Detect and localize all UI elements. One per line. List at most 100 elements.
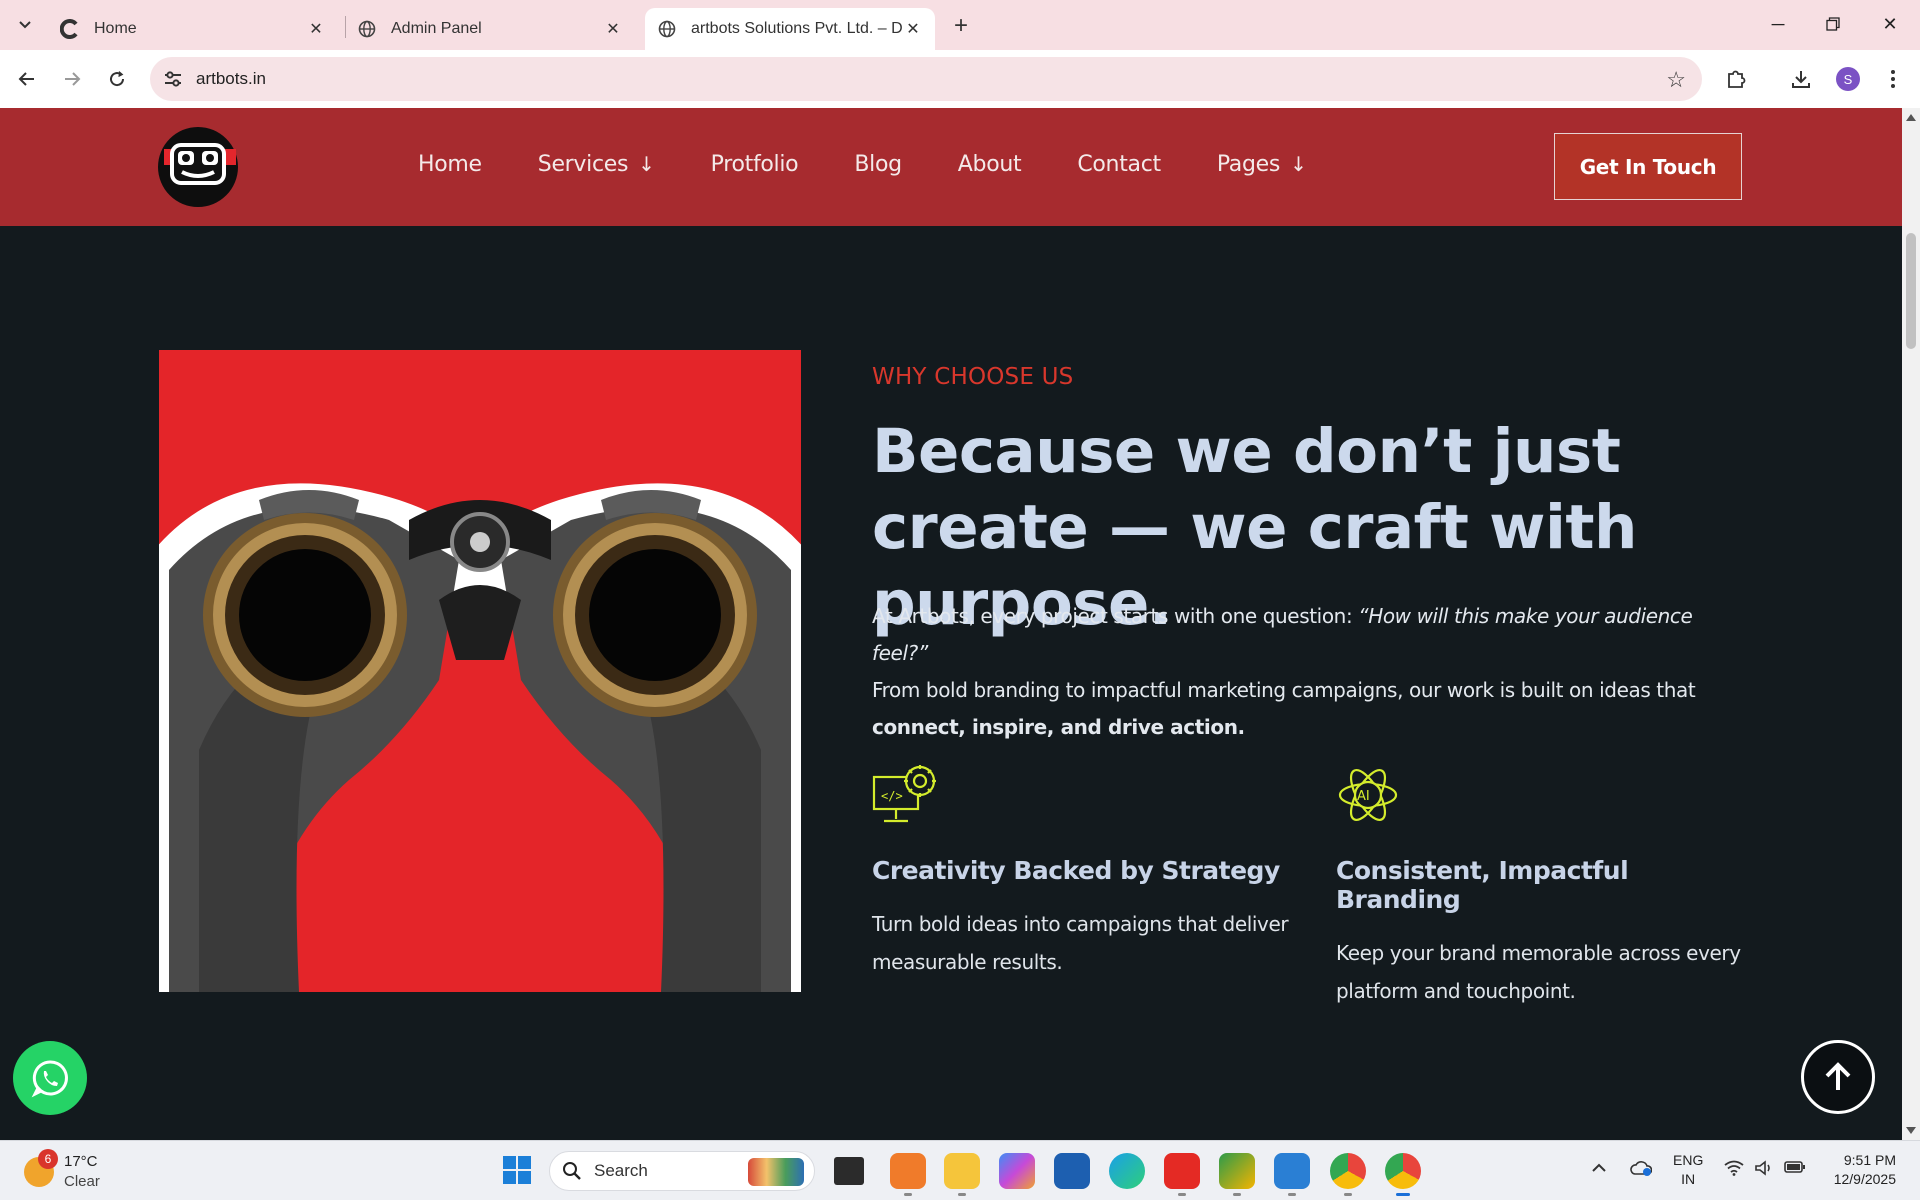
- url-text: artbots.in: [196, 69, 266, 88]
- chevron-up-icon[interactable]: [1591, 1160, 1607, 1178]
- nav-label: About: [957, 151, 1022, 177]
- scroll-down-arrow-icon[interactable]: [1906, 1127, 1916, 1134]
- restore-icon: [1826, 17, 1840, 31]
- tab-title: Admin Panel: [391, 20, 482, 37]
- page-scrollbar[interactable]: [1902, 108, 1920, 1140]
- browser-tab-bar: Home ✕ Admin Panel ✕ artbots Solutions P…: [0, 0, 1920, 50]
- feature-text: Keep your brand memorable across every p…: [1336, 941, 1741, 1003]
- nav-label: Protfolio: [710, 151, 799, 177]
- arrow-up-icon: [1825, 1062, 1851, 1090]
- weather-condition: Clear: [64, 1173, 100, 1190]
- weather-temperature: 17°C: [64, 1153, 98, 1170]
- language-indicator[interactable]: ENG IN: [1673, 1151, 1703, 1189]
- whatsapp-chat-button[interactable]: [13, 1041, 87, 1115]
- c-logo-icon: [60, 19, 80, 39]
- scrollbar-thumb[interactable]: [1906, 233, 1916, 349]
- site-settings-icon[interactable]: [158, 70, 188, 88]
- extensions-button[interactable]: [1721, 64, 1751, 94]
- reload-icon: [110, 71, 125, 87]
- new-tab-button[interactable]: +: [945, 10, 977, 42]
- close-icon[interactable]: ✕: [306, 19, 326, 39]
- arrow-left-icon: [18, 72, 34, 86]
- close-icon[interactable]: ✕: [603, 19, 623, 39]
- browser-tab-home[interactable]: Home ✕: [48, 8, 338, 50]
- wifi-icon[interactable]: [1724, 1160, 1744, 1181]
- pinned-app-icon[interactable]: [1219, 1153, 1255, 1189]
- binoculars-image: [159, 350, 801, 992]
- feature-title: Creativity Backed by Strategy: [872, 856, 1280, 885]
- xampp-app-icon[interactable]: [890, 1153, 926, 1189]
- clock-date: 12/9/2025: [1833, 1171, 1896, 1187]
- nav-services[interactable]: Services ↓: [538, 144, 655, 184]
- language-code: ENG: [1673, 1152, 1704, 1168]
- restore-button[interactable]: [1811, 8, 1855, 40]
- address-bar[interactable]: artbots.in ☆: [150, 57, 1702, 101]
- profile-avatar[interactable]: S: [1836, 67, 1860, 91]
- windows-logo-icon: [503, 1156, 531, 1184]
- intro-text: At Artbots, every project starts with on…: [872, 604, 1359, 628]
- nav-blog[interactable]: Blog: [854, 144, 902, 184]
- arrow-down-icon: ↓: [1290, 152, 1307, 176]
- battery-icon[interactable]: [1784, 1160, 1806, 1179]
- downloads-button[interactable]: [1786, 64, 1816, 94]
- arrow-down-icon: ↓: [638, 152, 655, 176]
- nav-about[interactable]: About: [958, 144, 1022, 184]
- binoculars-illustration: [159, 350, 801, 992]
- close-icon[interactable]: ✕: [903, 19, 923, 39]
- scroll-up-arrow-icon[interactable]: [1906, 114, 1916, 121]
- forward-button[interactable]: [55, 62, 89, 96]
- running-indicator: [1344, 1193, 1352, 1196]
- running-indicator: [904, 1193, 912, 1196]
- artbots-logo[interactable]: [158, 127, 238, 207]
- task-view-icon[interactable]: [834, 1157, 864, 1185]
- running-indicator: [1178, 1193, 1186, 1196]
- nav-label: Pages: [1216, 151, 1281, 177]
- volume-icon[interactable]: [1754, 1160, 1774, 1181]
- nav-contact[interactable]: Contact: [1077, 144, 1161, 184]
- taskbar-search[interactable]: Search: [549, 1151, 815, 1191]
- scroll-to-top-button[interactable]: [1801, 1040, 1875, 1114]
- globe-icon: [357, 19, 377, 39]
- chrome-active-icon[interactable]: [1385, 1153, 1421, 1189]
- reload-button[interactable]: [100, 62, 134, 96]
- tab-title: Home: [94, 20, 137, 37]
- bookmark-star-icon[interactable]: ☆: [1666, 67, 1686, 93]
- feature-card-branding: AI Consistent, Impactful Branding Keep y…: [1336, 763, 1756, 1010]
- start-button[interactable]: [502, 1155, 532, 1185]
- nav-portfolio[interactable]: Protfolio: [711, 144, 799, 184]
- browser-toolbar: artbots.in ☆: [0, 50, 1920, 108]
- section-intro: At Artbots, every project starts with on…: [872, 598, 1702, 746]
- microsoft-store-icon[interactable]: [1054, 1153, 1090, 1189]
- vscode-icon[interactable]: [1274, 1153, 1310, 1189]
- intro-text: From bold branding to impactful marketin…: [872, 678, 1696, 702]
- ai-atom-icon: AI: [1338, 769, 1398, 821]
- back-button[interactable]: [10, 62, 44, 96]
- page-viewport: Home Services ↓ Protfolio Blog About Cont…: [0, 108, 1902, 1140]
- nav-pages[interactable]: Pages ↓: [1217, 144, 1307, 184]
- nav-label: Home: [418, 151, 482, 177]
- active-indicator: [1396, 1193, 1410, 1196]
- browser-tab-artbots[interactable]: artbots Solutions Pvt. Ltd. – Dig ✕: [645, 8, 935, 50]
- nav-label: Contact: [1077, 151, 1161, 177]
- onedrive-icon[interactable]: [1630, 1160, 1653, 1181]
- tab-search-menu-button[interactable]: [10, 10, 40, 40]
- chrome-profile-icon[interactable]: [1330, 1153, 1366, 1189]
- copilot-icon[interactable]: [999, 1153, 1035, 1189]
- close-window-button[interactable]: ✕: [1868, 8, 1912, 40]
- browser-tab-admin-panel[interactable]: Admin Panel ✕: [345, 8, 635, 50]
- get-in-touch-button[interactable]: Get In Touch: [1554, 133, 1742, 200]
- file-explorer-icon[interactable]: [944, 1153, 980, 1189]
- browser-menu-button[interactable]: [1878, 64, 1908, 94]
- nav-home[interactable]: Home: [418, 144, 482, 184]
- weather-widget[interactable]: 6 17°C Clear: [24, 1149, 114, 1193]
- clock-time: 9:51 PM: [1843, 1152, 1896, 1168]
- notification-badge: 6: [38, 1149, 58, 1169]
- tab-title: artbots Solutions Pvt. Ltd. – Dig: [691, 20, 903, 37]
- svg-text:</>: </>: [881, 789, 903, 803]
- edge-browser-icon[interactable]: [1109, 1153, 1145, 1189]
- robot-face-icon: [164, 143, 236, 185]
- system-clock[interactable]: 9:51 PM 12/9/2025: [1824, 1151, 1896, 1189]
- minimize-button[interactable]: ─: [1756, 8, 1800, 40]
- youtube-app-icon[interactable]: [1164, 1153, 1200, 1189]
- nav-label: Services: [537, 151, 629, 177]
